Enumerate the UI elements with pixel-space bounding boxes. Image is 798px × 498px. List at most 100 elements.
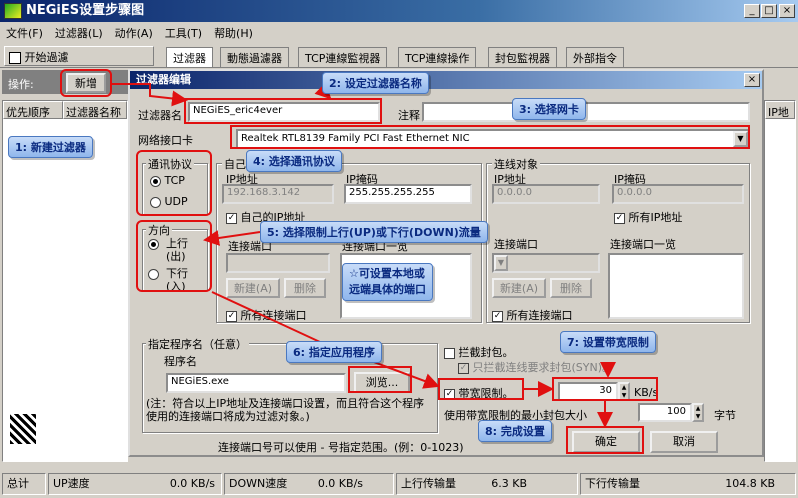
tab-packet-monitor[interactable]: 封包監視器	[488, 47, 557, 67]
self-port-input	[226, 253, 330, 273]
intercept-label: 拦截封包。	[458, 346, 514, 359]
filter-name-label: 过滤器名	[138, 109, 182, 122]
callout-step3: 3: 选择网卡	[512, 98, 586, 120]
col-ip: IP地址	[765, 101, 795, 119]
remote-add-port-button: 新建(A)	[492, 278, 546, 298]
menu-file[interactable]: 文件(F)	[0, 22, 49, 44]
min-packet-unit: 字节	[714, 409, 736, 422]
program-title: 指定程序名（任意）	[146, 336, 249, 352]
menu-help[interactable]: 帮助(H)	[208, 22, 259, 44]
menu-action[interactable]: 动作(A)	[109, 22, 159, 44]
highlight-bandwidth-value	[552, 377, 658, 401]
remote-port-select	[492, 253, 600, 273]
tab-tcp-monitor[interactable]: TCP連線監視器	[298, 47, 388, 67]
all-ip-checkbox[interactable]: ✓ 所有IP地址	[614, 209, 682, 225]
remote-ip-input: 0.0.0.0	[492, 184, 600, 204]
status-down-speed: DOWN速度 0.0 KB/s	[224, 473, 394, 495]
remote-all-ports-checkbox[interactable]: ✓ 所有连接端口	[492, 307, 573, 323]
tab-tcp-action[interactable]: TCP連線操作	[398, 47, 477, 67]
ops-label: 操作:	[8, 78, 34, 91]
remote-all-ports-check: ✓	[492, 310, 503, 322]
self-add-port-button: 新建(A)	[226, 278, 280, 298]
note-input[interactable]	[422, 102, 750, 122]
callout-step8: 8: 完成设置	[478, 420, 552, 442]
syn-checkbox: ✓ 只拦截连线要求封包(SYN)。	[458, 359, 613, 375]
tab-dynamic-filter[interactable]: 動態過濾器	[220, 47, 289, 67]
callout-star-line2: 远端具体的端口	[349, 283, 426, 296]
remote-del-port-button: 删除	[550, 278, 592, 298]
close-button[interactable]: ×	[779, 4, 795, 18]
col-priority[interactable]: 优先顺序	[3, 101, 63, 119]
cancel-button[interactable]: 取消	[650, 431, 718, 453]
maximize-button[interactable]: □	[761, 4, 777, 18]
self-all-ports-label: 所有连接端口	[240, 309, 307, 322]
note-label: 注释	[398, 109, 420, 122]
highlight-browse	[348, 366, 412, 393]
remote-mask-input: 0.0.0.0	[612, 184, 744, 204]
highlight-ok	[566, 426, 644, 454]
start-filter-button[interactable]: 开始過濾	[4, 46, 154, 66]
port-range-hint: 连接端口号可以使用 - 号指定范围。(例：0-1023)	[218, 441, 464, 454]
highlight-filter-name	[184, 98, 382, 124]
menu-filter[interactable]: 过滤器(L)	[49, 22, 109, 44]
start-filter-label: 开始過濾	[24, 51, 69, 64]
nic-label: 网络接口卡	[138, 134, 193, 147]
intercept-check	[444, 347, 455, 359]
all-ip-label: 所有IP地址	[628, 211, 683, 224]
min-packet-input[interactable]: 100	[638, 403, 692, 422]
self-all-ports-checkbox[interactable]: ✓ 所有连接端口	[226, 307, 307, 323]
callout-step6: 6: 指定应用程序	[286, 341, 382, 363]
self-mask-input[interactable]: 255.255.255.255	[344, 184, 472, 204]
remote-port-label: 连接端口	[494, 238, 538, 251]
remote-title: 连线对象	[492, 156, 540, 172]
min-packet-spinner[interactable]: ▲ ▼	[692, 403, 704, 422]
highlight-new-button	[60, 69, 112, 97]
callout-step5: 5: 选择限制上行(UP)或下行(DOWN)流量	[260, 221, 488, 243]
tab-filter[interactable]: 过滤器	[166, 47, 213, 67]
app-icon	[4, 3, 22, 19]
callout-star: ☆可设置本地或 远端具体的端口	[342, 263, 433, 301]
program-note: (注：符合以上IP地址及连接端口设置，而且符合这个程序使用的连接端口将成为过滤对…	[146, 397, 425, 423]
play-icon	[9, 52, 21, 64]
minimize-button[interactable]: _	[744, 4, 760, 18]
status-download-value: 104.8 KB	[725, 477, 775, 490]
callout-step1: 1: 新建过滤器	[8, 136, 93, 158]
remote-port-arrow: ▼	[494, 255, 508, 271]
status-total: 总计	[2, 473, 46, 495]
callout-star-line1: ☆可设置本地或	[349, 267, 425, 280]
self-ip-input: 192.168.3.142	[222, 184, 334, 204]
status-up-value: 0.0 KB/s	[169, 477, 215, 490]
syn-check: ✓	[458, 362, 469, 374]
window-title: NEGiES设置步骤图	[26, 3, 145, 18]
status-up-label: UP速度	[53, 477, 90, 490]
own-ip-check: ✓	[226, 212, 237, 224]
callout-step2: 2: 设定过滤器名称	[322, 72, 429, 94]
remote-port-list[interactable]	[608, 253, 744, 319]
program-name-label: 程序名	[164, 355, 197, 368]
remote-all-ports-label: 所有连接端口	[506, 309, 573, 322]
tab-divider	[0, 67, 798, 68]
self-all-ports-check: ✓	[226, 310, 237, 322]
status-up-speed: UP速度 0.0 KB/s	[48, 473, 222, 495]
status-upload: 上行传输量 6.3 KB	[396, 473, 578, 495]
callout-step4: 4: 选择通讯协议	[246, 150, 342, 172]
highlight-bandwidth-check	[438, 378, 524, 400]
status-download: 下行传输量 104.8 KB	[580, 473, 796, 495]
menu-tools[interactable]: 工具(T)	[159, 22, 208, 44]
dialog-close-button[interactable]: ×	[744, 73, 760, 87]
status-upload-label: 上行传输量	[401, 477, 456, 490]
callout-step7: 7: 设置带宽限制	[560, 331, 656, 353]
self-del-port-button: 删除	[284, 278, 326, 298]
remote-port-list-label: 连接端口一览	[610, 238, 676, 251]
intercept-checkbox[interactable]: 拦截封包。	[444, 344, 514, 360]
program-name-input[interactable]: NEGiES.exe	[166, 373, 346, 393]
menu-bar: 文件(F) 过滤器(L) 动作(A) 工具(T) 帮助(H)	[0, 22, 798, 42]
tab-external-cmd[interactable]: 外部指令	[566, 47, 624, 67]
highlight-direction	[136, 220, 212, 292]
qr-code-image	[10, 414, 36, 444]
col-filter-name[interactable]: 过滤器名称	[63, 101, 127, 119]
highlight-protocol	[136, 150, 212, 216]
status-upload-value: 6.3 KB	[491, 477, 527, 490]
status-down-label: DOWN速度	[229, 477, 288, 490]
highlight-nic	[230, 125, 750, 149]
